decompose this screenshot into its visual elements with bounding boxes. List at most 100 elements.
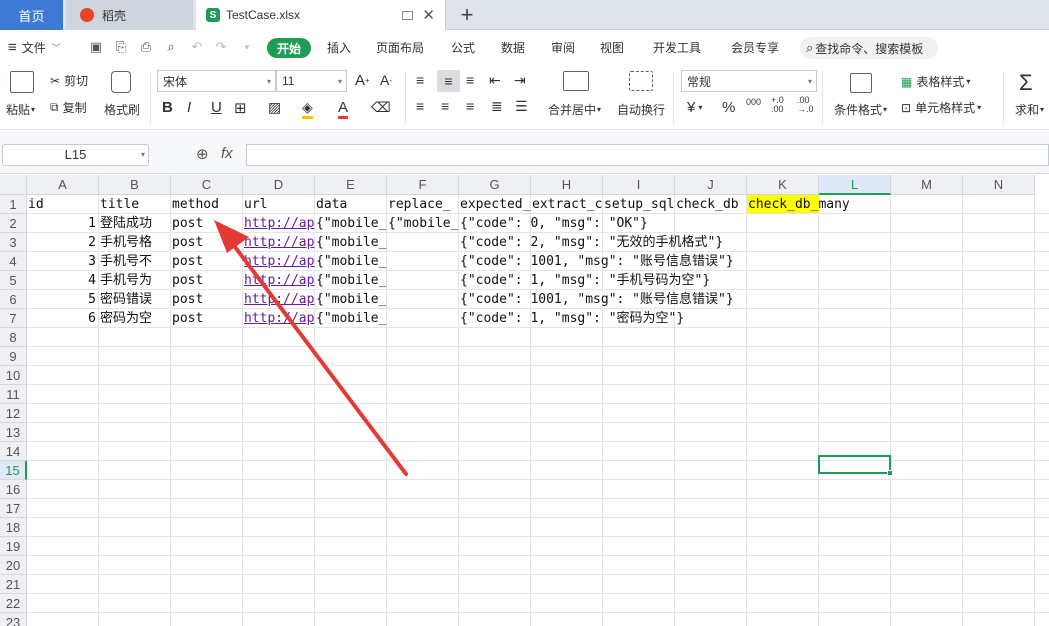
menu-bar: ≡ 文件 ﹀ ▣ ⎘ ⎙ ⌕ ↶ ↷ ▾ 开始 插入 页面布局 公式 数据 审阅… [0,30,1049,65]
new-tab-button[interactable]: + [452,0,482,30]
menu-start[interactable]: 开始 [267,38,312,58]
paste-label: 粘贴 [6,103,31,117]
chevron-down-icon: ▾ [31,105,36,114]
indent-increase-icon[interactable]: ⇥ [514,72,526,89]
menu-developer[interactable]: 开发工具 [653,30,701,65]
format-painter-icon[interactable] [111,71,131,93]
currency-button[interactable]: ¥ ▾ [687,99,702,116]
menu-view[interactable]: 视图 [600,30,624,65]
decrease-decimal-icon[interactable]: .00 →.0 [797,96,814,114]
menu-developer-label: 开发工具 [653,41,702,55]
print-icon[interactable]: ⎙ [139,40,153,54]
format-painter-button[interactable]: 格式刷 [104,101,140,118]
indent-decrease-icon[interactable]: ⇤ [489,72,501,89]
spreadsheet-icon: S [206,8,220,22]
tab-file[interactable]: S TestCase.xlsx ✕ [196,0,446,30]
copy-label: 复制 [62,101,87,115]
italic-icon[interactable]: I [187,99,191,116]
font-size-select[interactable]: 11 ▾ [276,70,347,92]
chevron-down-icon: ▾ [698,103,703,112]
align-middle-icon[interactable]: ≡ [437,70,460,92]
chevron-down-icon[interactable]: ▾ [240,40,254,54]
chevron-down-icon: ▾ [966,77,971,86]
fx-icon[interactable]: fx [221,145,233,162]
copy-button[interactable]: ⧉ 复制 [50,99,87,116]
align-right-icon[interactable]: ≡ [466,98,474,114]
thousands-icon[interactable]: 000 [746,98,761,107]
paste-icon[interactable] [10,71,34,93]
zoom-icon[interactable]: ⊕ [196,145,209,163]
command-search[interactable]: ⌕ 查找命令、搜索模板 [800,37,938,59]
cell-style-icon: ⊡ [901,100,912,115]
plus-icon: + [460,2,474,27]
decrease-font-icon[interactable]: A- [380,72,392,88]
undo-icon[interactable]: ↶ [190,40,204,54]
menu-review[interactable]: 审阅 [551,30,575,65]
border-icon[interactable]: ⊞ [234,99,247,117]
increase-font-icon[interactable]: A + [355,72,370,89]
menu-member[interactable]: 会员专享 [731,30,779,65]
distribute-icon[interactable]: ☰ [515,98,528,115]
align-center-icon[interactable]: ≡ [441,98,449,114]
menu-formula-label: 公式 [451,41,476,55]
tab-home[interactable]: 首页 [0,0,63,30]
underline-icon[interactable]: U [211,99,222,116]
fill-color-icon[interactable]: ◈ [302,99,313,119]
export-icon[interactable]: ⎘ [114,40,128,54]
window-pin-icon[interactable] [402,10,413,20]
chevron-down-icon: ﹀ [51,43,61,53]
font-size-value: 11 [282,74,295,88]
menu-view-label: 视图 [600,41,625,55]
font-name-select[interactable]: 宋体 ▾ [157,70,276,92]
print-preview-icon[interactable]: ⌕ [164,40,178,54]
merge-center-button[interactable]: 合并居中 ▾ [548,101,601,118]
table-style-icon: ▦ [901,74,913,89]
align-left-icon[interactable]: ≡ [416,98,424,114]
merge-cells-icon[interactable] [563,71,589,91]
increase-decimal-icon[interactable]: +.0 .00 [771,96,787,114]
chevron-down-icon: ▾ [266,76,271,86]
menu-formula[interactable]: 公式 [451,30,475,65]
paste-button[interactable]: 粘贴 ▾ [6,101,35,118]
percent-button[interactable]: % [722,99,735,116]
tab-daoke[interactable]: 稻壳 [66,0,193,30]
percent-label: % [722,99,736,116]
menu-review-label: 审阅 [551,41,576,55]
align-bottom-icon[interactable]: ≡ [466,72,474,88]
conditional-format-icon[interactable] [850,73,872,93]
save-icon[interactable]: ▣ [89,40,103,54]
wrap-text-icon[interactable] [629,71,653,91]
sum-label: 求和 [1015,103,1040,117]
align-top-icon[interactable]: ≡ [416,72,424,88]
formula-input[interactable] [246,144,1049,166]
bold-icon[interactable]: B [162,99,173,116]
spreadsheet-grid[interactable]: ABCDEFGHIJKLMN 1 2 3 4 5 6 7 8 9 10 11 12 13 14 15 16 17… [0,175,1049,626]
chevron-down-icon: ▾ [337,76,342,86]
wrap-text-button[interactable]: 自动换行 [617,101,665,118]
font-color-icon[interactable]: A [338,99,349,119]
tab-daoke-label: 稻壳 [102,8,127,23]
fill-style-icon[interactable]: ▨ [268,99,281,116]
cell-style-button[interactable]: ⊡ 单元格样式 ▾ [901,99,981,116]
name-box-value: L15 [64,147,87,162]
menu-page-layout[interactable]: 页面布局 [376,30,424,65]
justify-icon[interactable]: ≣ [491,98,503,115]
menu-data[interactable]: 数据 [501,30,525,65]
close-tab-icon[interactable]: ✕ [422,6,435,24]
eraser-icon[interactable]: ⌫ [371,99,391,116]
cut-button[interactable]: ✂ 剪切 [50,72,88,89]
name-box[interactable]: L15 ▾ [2,144,149,166]
arrow-shaft [230,241,408,476]
table-style-button[interactable]: ▦ 表格样式 ▾ [901,73,970,90]
wrap-text-label: 自动换行 [617,103,666,117]
menu-insert[interactable]: 插入 [327,30,351,65]
chevron-down-icon: ▾ [807,76,812,86]
chevron-down-icon: ▾ [597,105,602,114]
sum-button[interactable]: 求和 ▾ [1015,101,1044,118]
conditional-format-button[interactable]: 条件格式 ▾ [834,101,887,118]
number-format-select[interactable]: 常规 ▾ [681,70,817,92]
sigma-icon[interactable]: Σ [1019,70,1033,96]
table-style-label: 表格样式 [916,75,965,89]
menu-file[interactable]: ≡ 文件 ﹀ [8,30,61,65]
redo-icon[interactable]: ↷ [214,40,228,54]
